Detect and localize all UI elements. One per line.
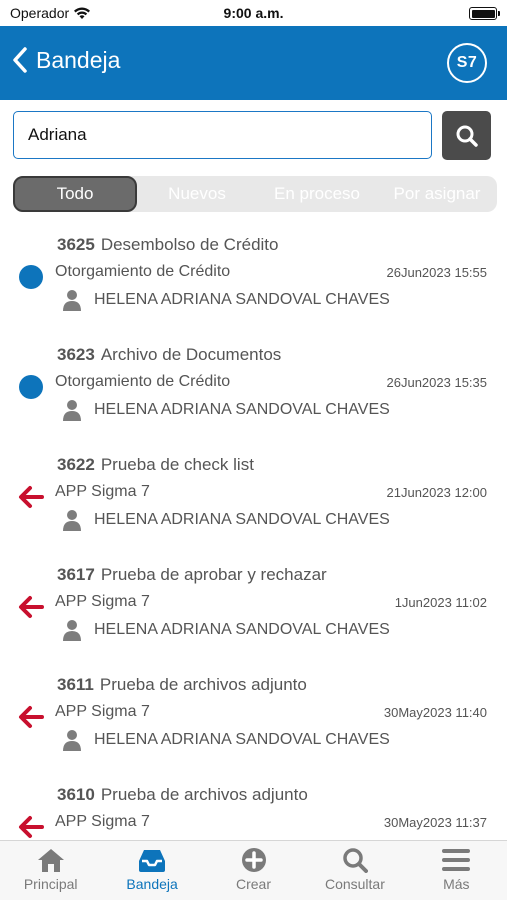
- item-name: Prueba de archivos adjunto: [100, 785, 308, 804]
- status-bar: Operador 9:00 a.m.: [0, 0, 507, 26]
- clock: 9:00 a.m.: [223, 5, 284, 21]
- item-title: 3625 Desembolso de Crédito: [57, 235, 278, 255]
- list-item[interactable]: 3625 Desembolso de Crédito Otorgamiento d…: [0, 222, 507, 332]
- item-user: HELENA ADRIANA SANDOVAL CHAVES: [62, 399, 390, 421]
- tab-bandeja[interactable]: Bandeja: [101, 841, 202, 900]
- item-date: 26Jun2023 15:55: [386, 265, 487, 280]
- s7-logo: S7: [447, 43, 487, 83]
- item-title: 3611 Prueba de archivos adjunto: [57, 675, 307, 695]
- chevron-left-icon: [13, 47, 27, 73]
- tab-mas[interactable]: Más: [406, 841, 507, 900]
- search-icon: [456, 125, 478, 147]
- item-user: HELENA ADRIANA SANDOVAL CHAVES: [62, 289, 390, 311]
- search-input[interactable]: [13, 111, 432, 159]
- item-date: 30May2023 11:40: [383, 705, 487, 720]
- inbox-list: 3625 Desembolso de Crédito Otorgamiento d…: [0, 222, 507, 840]
- user-name: HELENA ADRIANA SANDOVAL CHAVES: [94, 621, 390, 638]
- user-name: HELENA ADRIANA SANDOVAL CHAVES: [94, 291, 390, 308]
- user-name: HELENA ADRIANA SANDOVAL CHAVES: [94, 511, 390, 528]
- tab-label: Consultar: [324, 876, 385, 892]
- item-name: Prueba de aprobar y rechazar: [100, 565, 327, 584]
- item-name: Prueba de check list: [100, 455, 254, 474]
- filter-en-proceso[interactable]: En proceso: [257, 176, 377, 212]
- arrow-left-icon: [19, 706, 44, 728]
- item-process: Otorgamiento de Crédito: [55, 263, 231, 280]
- item-id: 3617: [57, 565, 95, 584]
- tab-label: Más: [443, 876, 470, 892]
- item-id: 3610: [57, 785, 95, 804]
- user-name: HELENA ADRIANA SANDOVAL CHAVES: [94, 401, 390, 418]
- page-title: Bandeja: [36, 46, 121, 73]
- item-process: APP Sigma 7: [55, 703, 150, 720]
- person-icon: [63, 620, 81, 641]
- filter-segmented-control: Todo Nuevos En proceso Por asignar: [13, 176, 497, 212]
- item-title: 3617 Prueba de aprobar y rechazar: [57, 565, 327, 585]
- list-item[interactable]: 3617 Prueba de aprobar y rechazar APP Sig…: [0, 552, 507, 662]
- item-id: 3611: [57, 675, 94, 694]
- list-item[interactable]: 3610 Prueba de archivos adjunto APP Sigma…: [0, 772, 507, 840]
- search-button[interactable]: [442, 111, 491, 160]
- menu-icon: [442, 849, 471, 871]
- item-date: 21Jun2023 12:00: [386, 485, 487, 500]
- item-name: Desembolso de Crédito: [100, 235, 279, 254]
- battery-icon: [469, 7, 500, 20]
- list-item[interactable]: 3623 Archivo de Documentos Otorgamiento d…: [0, 332, 507, 442]
- app-header: Bandeja S7: [0, 26, 507, 100]
- person-icon: [63, 290, 81, 311]
- home-icon: [37, 849, 64, 872]
- item-date: 1Jun2023 11:02: [394, 595, 487, 610]
- item-date: 26Jun2023 15:35: [386, 375, 487, 390]
- item-title: 3610 Prueba de archivos adjunto: [57, 785, 308, 805]
- item-title: 3623 Archivo de Documentos: [57, 345, 281, 365]
- item-date: 30May2023 11:37: [383, 815, 487, 830]
- person-icon: [63, 510, 81, 531]
- tab-crear[interactable]: Crear: [203, 841, 304, 900]
- item-user: HELENA ADRIANA SANDOVAL CHAVES: [62, 619, 390, 641]
- item-user: HELENA ADRIANA SANDOVAL CHAVES: [62, 729, 390, 751]
- plus-circle-icon: [241, 848, 266, 872]
- tab-label: Crear: [236, 876, 272, 892]
- filter-por-asignar[interactable]: Por asignar: [377, 176, 497, 212]
- item-id: 3622: [57, 455, 95, 474]
- person-icon: [63, 730, 81, 751]
- item-title: 3622 Prueba de check list: [57, 455, 254, 475]
- inbox-icon: [139, 850, 166, 872]
- filter-todo[interactable]: Todo: [13, 176, 137, 212]
- item-id: 3625: [57, 235, 95, 254]
- arrow-left-icon: [19, 486, 44, 508]
- person-icon: [63, 400, 81, 421]
- new-status-dot-icon: [19, 375, 43, 399]
- back-button[interactable]: Bandeja: [10, 46, 120, 74]
- list-item[interactable]: 3622 Prueba de check list APP Sigma 7 21J…: [0, 442, 507, 552]
- tab-principal[interactable]: Principal: [0, 841, 101, 900]
- tab-label: Bandeja: [126, 876, 178, 892]
- item-process: Otorgamiento de Crédito: [55, 373, 231, 390]
- item-process: APP Sigma 7: [55, 593, 150, 610]
- search-icon: [343, 848, 368, 873]
- tab-consultar[interactable]: Consultar: [304, 841, 405, 900]
- bottom-tab-bar: Principal Bandeja Crear Consultar Más: [0, 840, 507, 900]
- item-process: APP Sigma 7: [55, 483, 150, 500]
- item-name: Archivo de Documentos: [100, 345, 282, 364]
- list-item[interactable]: 3611 Prueba de archivos adjunto APP Sigma…: [0, 662, 507, 772]
- tab-label: Principal: [23, 876, 78, 892]
- item-id: 3623: [57, 345, 95, 364]
- user-name: HELENA ADRIANA SANDOVAL CHAVES: [94, 731, 390, 748]
- new-status-dot-icon: [19, 265, 43, 289]
- filter-nuevos[interactable]: Nuevos: [137, 176, 257, 212]
- item-process: APP Sigma 7: [55, 813, 150, 830]
- arrow-left-icon: [19, 596, 44, 618]
- item-name: Prueba de archivos adjunto: [99, 675, 307, 694]
- arrow-left-icon: [19, 816, 44, 838]
- item-user: HELENA ADRIANA SANDOVAL CHAVES: [62, 509, 390, 531]
